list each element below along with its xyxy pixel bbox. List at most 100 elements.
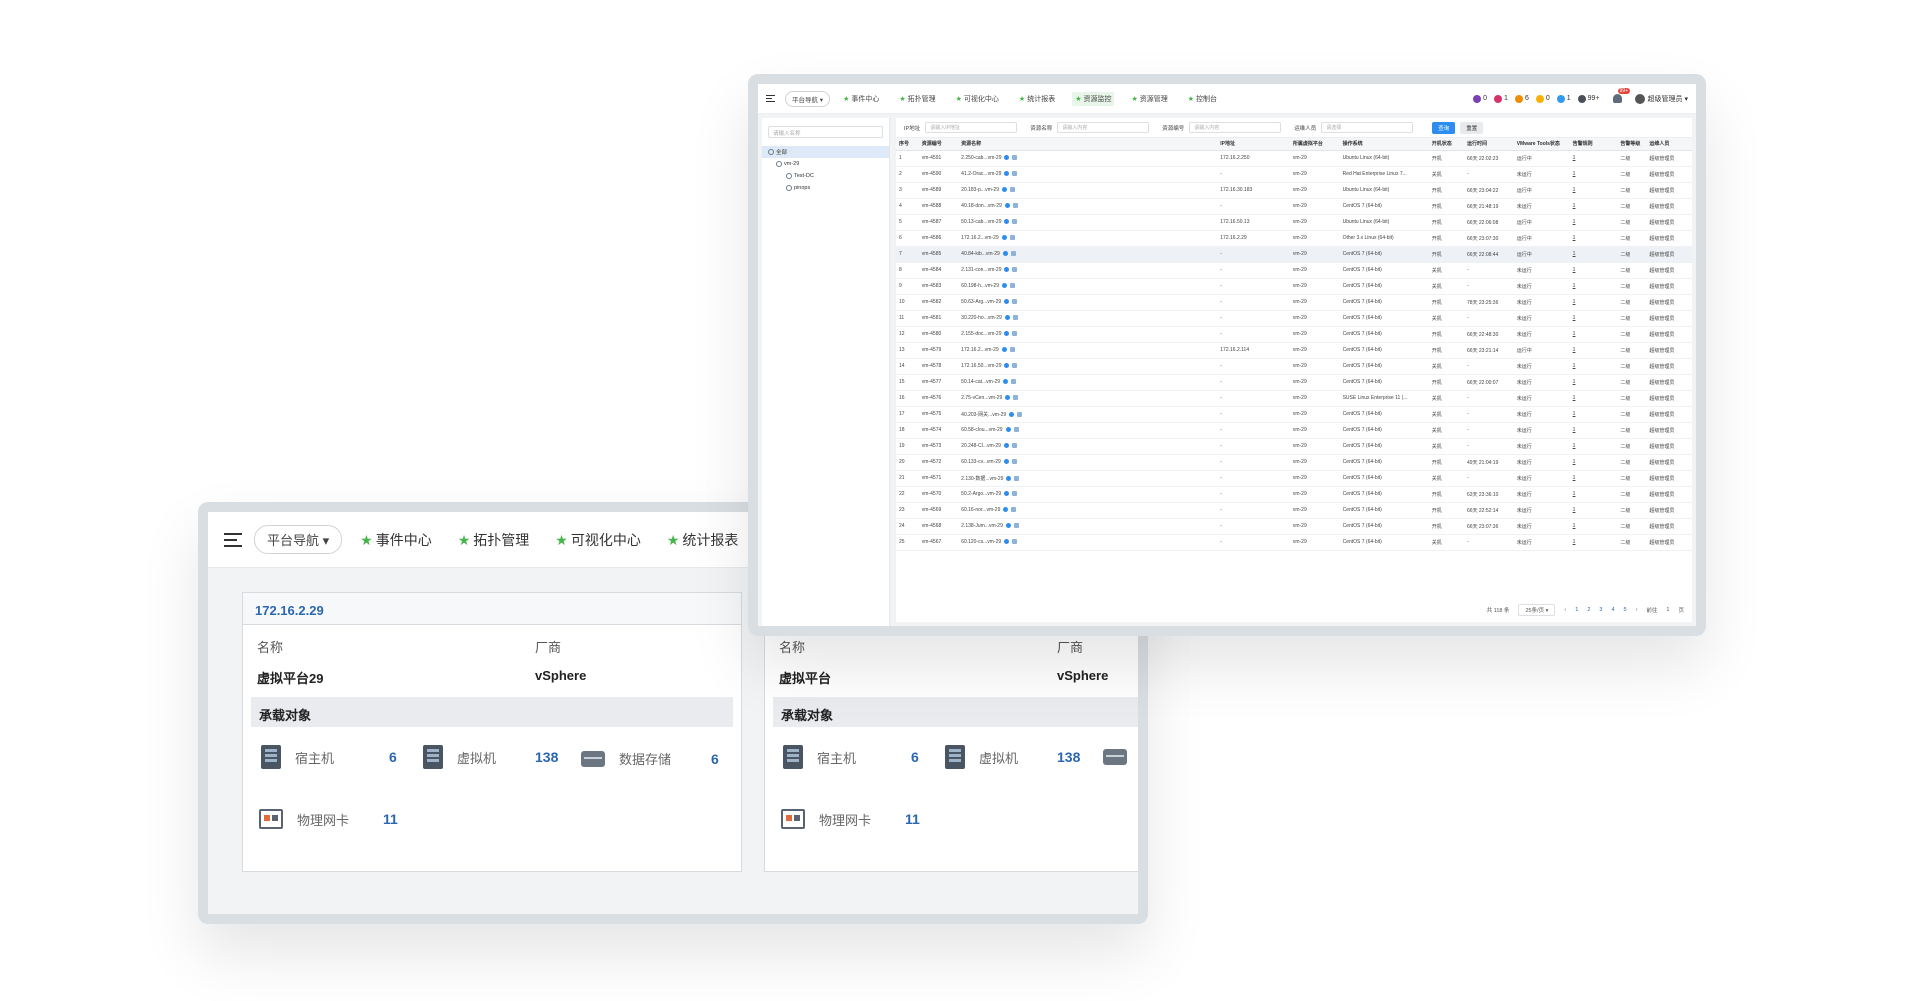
platform-nav-dropdown[interactable]: 平台导航 ▾	[785, 90, 831, 107]
monitor-icon[interactable]	[1003, 459, 1009, 465]
column-header[interactable]: 运维人员	[1646, 138, 1692, 151]
resource-name-link[interactable]: 40.84-kib...vm-29	[961, 251, 1000, 257]
table-row[interactable]: 10 vm-4582 50.63-Arg...vm-29 - vm-29 CentOS 7…	[896, 294, 1692, 311]
table-cell[interactable]: 60.16-nor...vm-29	[958, 502, 1218, 519]
table-cell[interactable]: 172.16.50...vm-29	[958, 358, 1218, 375]
resource-name-link[interactable]: 172.16.2...vm-29	[961, 235, 999, 241]
resource-name-link[interactable]: 2.131-con...vm-29	[961, 267, 1001, 273]
column-header[interactable]: IP地址	[1217, 138, 1290, 151]
column-header[interactable]: 资源名称	[958, 138, 1218, 151]
owner-filter-select[interactable]: 请选择	[1321, 122, 1414, 133]
column-header[interactable]: 资源编号	[918, 138, 959, 151]
resource-name-link[interactable]: 30.220-ho...vm-29	[961, 315, 1002, 321]
console-icon[interactable]	[1012, 171, 1018, 177]
monitor-icon[interactable]	[1004, 539, 1010, 545]
vm-stat[interactable]: 虚拟机 138	[423, 745, 558, 769]
tree-node-vm29[interactable]: vm-29	[762, 158, 889, 170]
resource-name-link[interactable]: 2.130-数据...vm-29	[961, 476, 1003, 482]
monitor-icon[interactable]	[1009, 411, 1015, 417]
table-row[interactable]: 14 vm-4578 172.16.50...vm-29- vm-29 CentOS 7…	[896, 358, 1692, 375]
console-icon[interactable]	[1012, 331, 1018, 337]
table-row[interactable]: 21 vm-4571 2.130-数据...vm-29- vm-29 CentOS 7 …	[896, 470, 1692, 487]
table-cell[interactable]: 1	[1569, 374, 1618, 391]
table-cell[interactable]: 50.14-cat...vm-29	[958, 374, 1218, 391]
console-icon[interactable]	[1013, 395, 1019, 401]
nav-item-reports[interactable]: ★ 统计报表	[667, 530, 739, 550]
table-row[interactable]: 5 vm-4587 50.13-cab...vm-29 172.16.50.13 vm-…	[896, 214, 1692, 231]
table-row[interactable]: 13 vm-4579 172.16.2...vm-29 172.16.2.114 vm-…	[896, 342, 1692, 359]
nav-item-reports[interactable]: ★ 统计报表	[1016, 92, 1058, 106]
column-header[interactable]: 开机状态	[1428, 138, 1464, 151]
resource-name-link[interactable]: 172.16.50...vm-29	[961, 363, 1001, 369]
table-cell[interactable]: 1	[1569, 342, 1618, 359]
tree-node-pinops[interactable]: pinops	[762, 182, 889, 194]
table-cell[interactable]: 50.63-Arg...vm-29	[958, 294, 1218, 311]
console-icon[interactable]	[1013, 427, 1019, 433]
console-icon[interactable]	[1011, 507, 1017, 513]
host-stat[interactable]: 宿主机 6	[261, 745, 397, 769]
alert-warning[interactable]: 0	[1535, 94, 1550, 103]
table-cell[interactable]: 1	[1569, 294, 1618, 311]
tree-node-all[interactable]: 全部	[762, 146, 889, 158]
table-cell[interactable]: 2.138-Jum...vm-29	[958, 518, 1218, 535]
alert-major[interactable]: 1	[1494, 94, 1508, 103]
column-header[interactable]: VMware Tools状态	[1513, 138, 1570, 151]
table-cell[interactable]: 1	[1569, 534, 1618, 551]
table-row[interactable]: 8 vm-4584 2.131-con...vm-29- vm-29 CentOS 7 …	[896, 262, 1692, 279]
console-icon[interactable]	[1009, 235, 1015, 241]
resource-name-link[interactable]: 50.63-Arg...vm-29	[961, 299, 1001, 305]
table-cell[interactable]: 1	[1569, 262, 1618, 279]
page-5[interactable]: 5	[1624, 607, 1627, 613]
table-cell[interactable]: 1	[1569, 358, 1618, 375]
tree-search-input[interactable]: 请输入名称	[768, 126, 883, 138]
alert-minor[interactable]: 6	[1514, 94, 1529, 103]
nav-item-visualization[interactable]: ★ 可视化中心	[953, 92, 1002, 106]
nav-item-visualization[interactable]: ★ 可视化中心	[555, 530, 641, 550]
column-header[interactable]: 告警等级	[1617, 138, 1647, 151]
resource-name-link[interactable]: 2.250-cab...vm-29	[961, 155, 1001, 161]
nav-item-topology[interactable]: ★ 拓扑管理	[458, 530, 530, 550]
table-cell[interactable]: 60.120-cs...vm-29	[958, 534, 1218, 551]
console-icon[interactable]	[1009, 187, 1015, 193]
resource-name-link[interactable]: 60.120-cs...vm-29	[961, 539, 1001, 545]
resource-name-link[interactable]: 172.16.2...vm-29	[961, 347, 999, 353]
table-cell[interactable]: 50.13-cab...vm-29	[958, 214, 1218, 231]
ip-filter-input[interactable]: 请输入IP地址	[925, 122, 1018, 133]
resource-name-link[interactable]: 40.203-网关...vm-29	[961, 412, 1006, 418]
column-header[interactable]: 所属虚拟平台	[1289, 138, 1340, 151]
table-cell[interactable]: 1	[1569, 182, 1618, 199]
resource-name-link[interactable]: 40.18-don...vm-29	[961, 203, 1002, 209]
table-cell[interactable]: 1	[1569, 246, 1618, 263]
alert-other[interactable]: 99+	[1577, 94, 1600, 103]
monitor-icon[interactable]	[1003, 379, 1009, 385]
nav-item-console[interactable]: ★ 控制台	[1185, 92, 1220, 106]
table-cell[interactable]: 41.2-Orac...vm-29	[958, 166, 1218, 183]
column-header[interactable]: 运行时间	[1463, 138, 1514, 151]
monitor-icon[interactable]	[1004, 331, 1010, 337]
console-icon[interactable]	[1009, 347, 1015, 353]
table-cell[interactable]: 1	[1569, 230, 1618, 247]
console-icon[interactable]	[1014, 475, 1020, 481]
monitor-icon[interactable]	[1004, 219, 1010, 225]
table-cell[interactable]: 50.2-Argo...vm-29	[958, 486, 1218, 503]
monitor-icon[interactable]	[1004, 267, 1010, 273]
nav-item-resource-monitor[interactable]: ★ 资源监控	[1072, 91, 1115, 106]
table-row[interactable]: 1 vm-4591 2.250-cab...vm-29 172.16.2.250 vm-…	[896, 150, 1692, 167]
table-row[interactable]: 19 vm-4573 20.248-Cl...vm-29- vm-29 CentOS 7…	[896, 438, 1692, 455]
nic-stat[interactable]: 物理网卡 11	[781, 809, 920, 829]
monitor-icon[interactable]	[1004, 203, 1010, 209]
table-cell[interactable]: 1	[1569, 278, 1618, 295]
resource-name-link[interactable]: 20.183-p...vm-29	[961, 187, 999, 193]
console-icon[interactable]	[1011, 459, 1017, 465]
table-cell[interactable]: 2.130-数据...vm-29	[958, 470, 1218, 487]
resource-name-link[interactable]: 50.14-cat...vm-29	[961, 379, 1000, 385]
host-stat[interactable]: 宿主机 6	[783, 745, 919, 769]
query-button[interactable]: 查询	[1432, 121, 1456, 134]
console-icon[interactable]	[1012, 267, 1018, 273]
table-cell[interactable]: 1	[1569, 454, 1618, 471]
table-cell[interactable]: 40.203-网关...vm-29	[958, 406, 1218, 423]
tree-node-testdc[interactable]: Test-DC	[762, 170, 889, 182]
monitor-icon[interactable]	[1004, 155, 1010, 161]
table-row[interactable]: 11 vm-4581 30.220-ho...vm-29- vm-29 CentOS 7…	[896, 310, 1692, 327]
monitor-icon[interactable]	[1006, 475, 1012, 481]
